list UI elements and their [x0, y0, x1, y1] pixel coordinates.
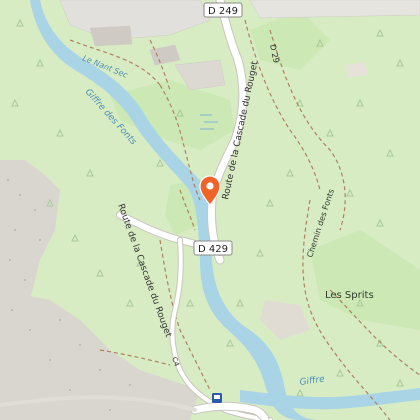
les-sprits-label: Les Sprits — [325, 290, 374, 301]
road-shield-d429-label: D 429 — [198, 244, 228, 255]
transit-stop-icon[interactable] — [212, 393, 222, 403]
road-shield-d429: D 429 — [193, 240, 233, 256]
map-svg: D 249 D 429 Le Nant Sec Giffre des Fonts… — [0, 0, 420, 420]
road-shield-d249: D 249 — [203, 2, 243, 18]
road-shield-d249-label: D 249 — [208, 6, 238, 17]
map-canvas[interactable]: D 249 D 429 Le Nant Sec Giffre des Fonts… — [0, 0, 420, 420]
